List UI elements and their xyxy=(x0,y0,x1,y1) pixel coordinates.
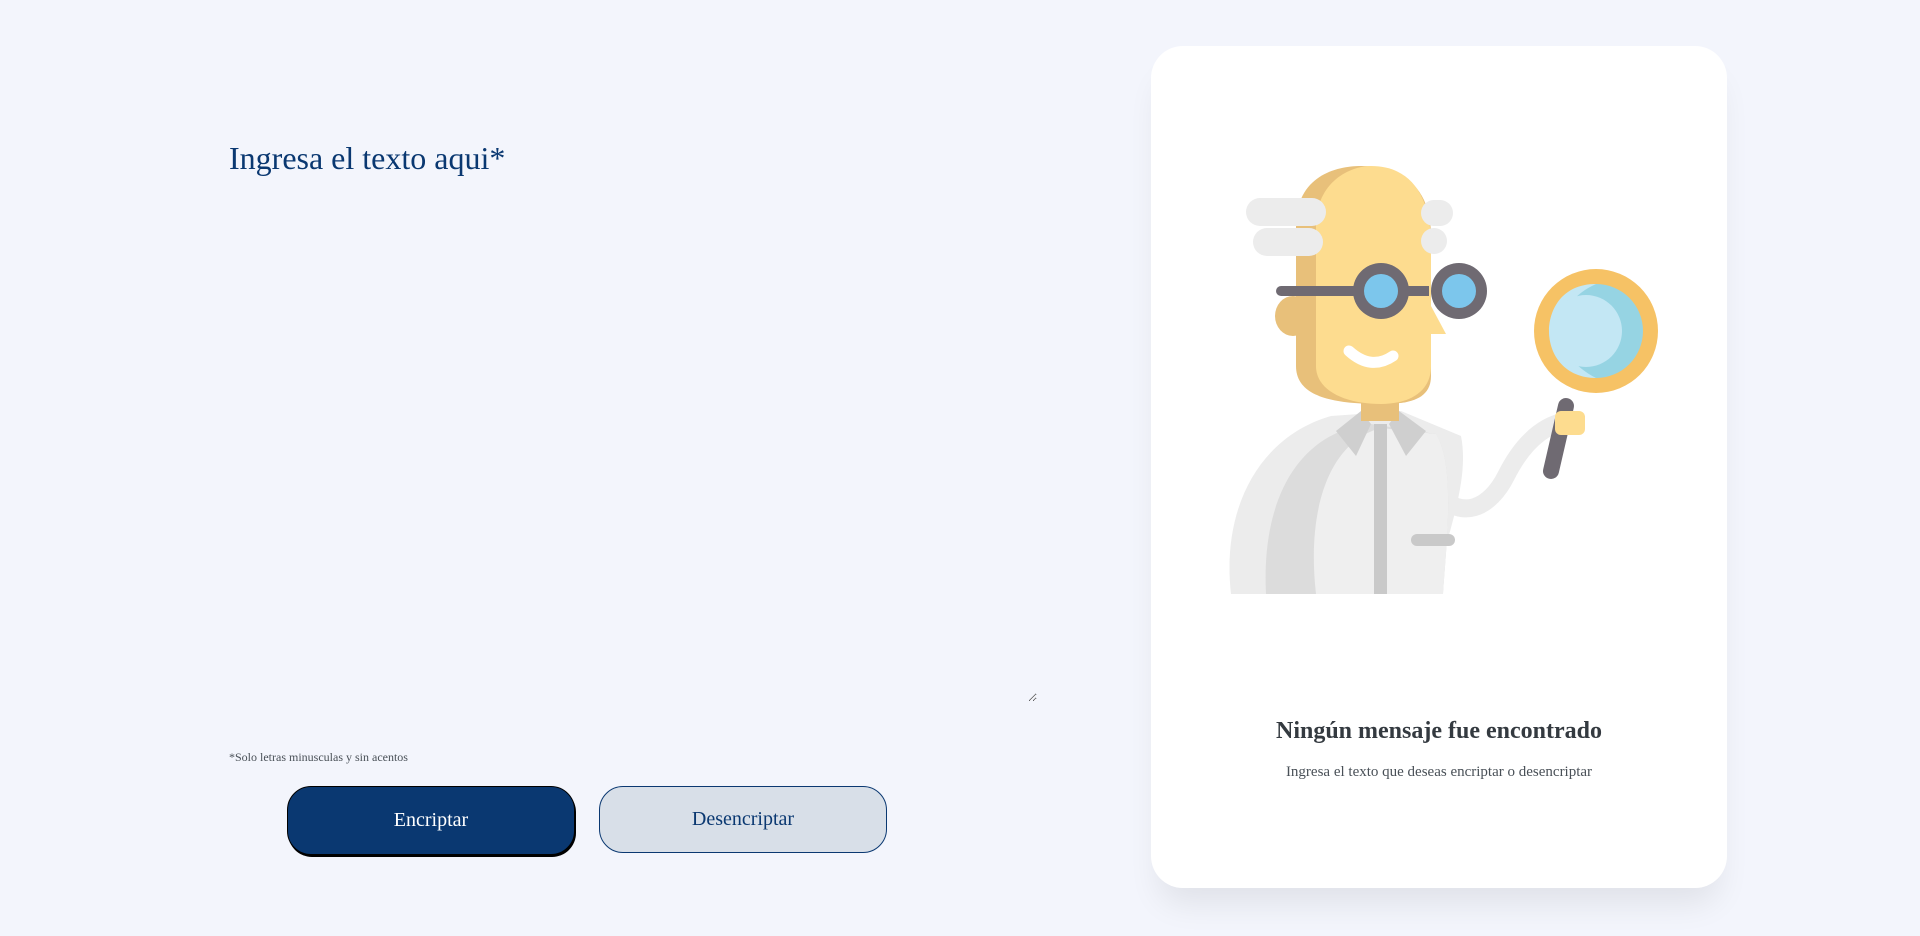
input-section xyxy=(229,140,1037,702)
action-buttons: Encriptar Desencriptar xyxy=(287,786,887,855)
empty-message-title: Ningún mensaje fue encontrado xyxy=(1275,718,1602,744)
scientist-with-magnifier-icon xyxy=(1229,166,1658,594)
page: *Solo letras minusculas y sin acentos En… xyxy=(0,0,1920,936)
text-input[interactable] xyxy=(229,140,1037,702)
encrypt-button[interactable]: Encriptar xyxy=(287,786,575,855)
hint-text: *Solo letras minusculas y sin acentos xyxy=(229,750,408,764)
hint: *Solo letras minusculas y sin acentos xyxy=(229,750,408,765)
output-card: Ningún mensaje fue encontrado Ingresa el… xyxy=(1151,46,1727,888)
decrypt-button[interactable]: Desencriptar xyxy=(599,786,887,853)
empty-message-description: Ingresa el texto que deseas encriptar o … xyxy=(1285,764,1593,780)
